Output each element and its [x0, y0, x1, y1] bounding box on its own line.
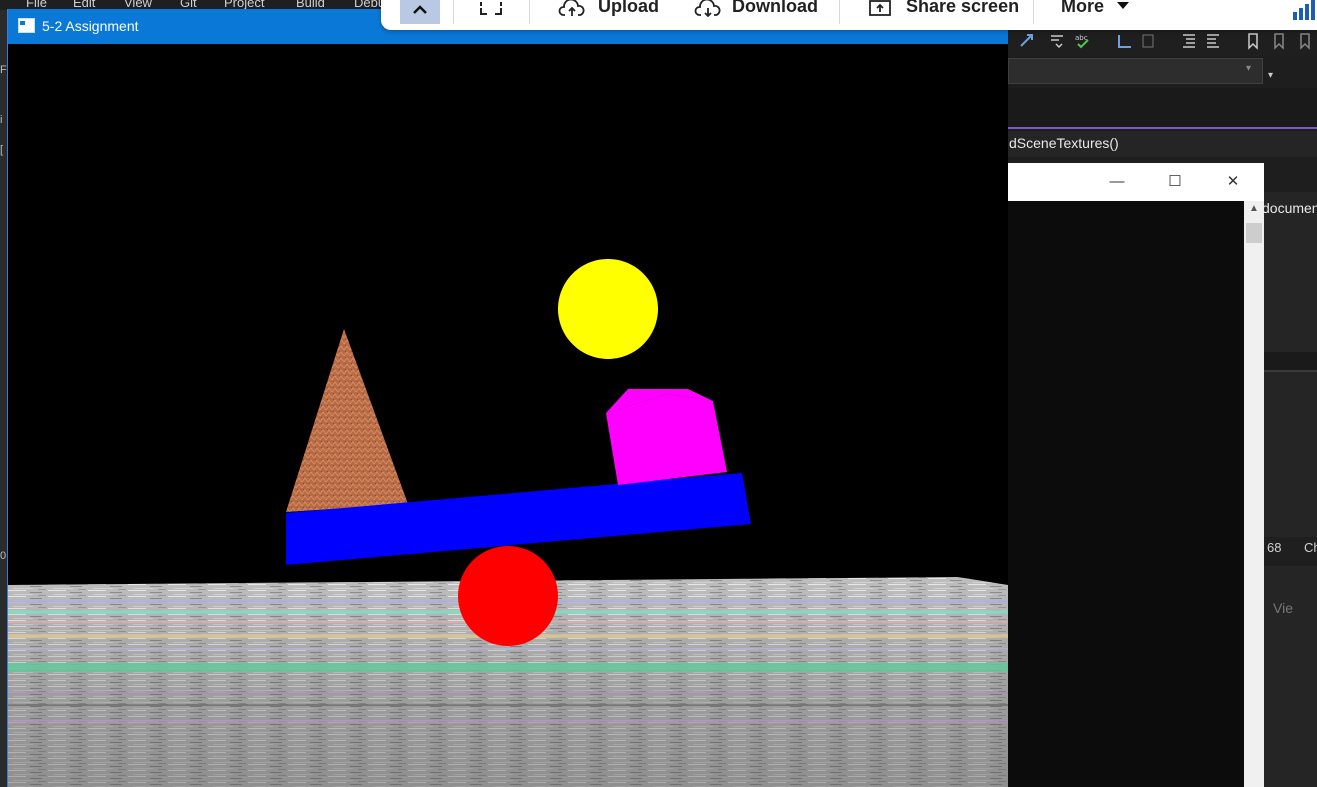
spellcheck-icon[interactable]: abc	[1074, 32, 1092, 50]
download-icon[interactable]	[694, 0, 722, 19]
signal-strength-icon	[1293, 0, 1315, 20]
console-window[interactable]: — ☐ ✕ ▲	[1008, 163, 1264, 787]
render-canvas[interactable]	[8, 44, 1008, 787]
scroll-thumb[interactable]	[1246, 223, 1262, 243]
ide-document-panel	[1263, 192, 1317, 352]
ide-left-strip: F i [ 0	[0, 10, 7, 787]
document-tab-label[interactable]: documen	[1262, 200, 1317, 216]
chevron-up-icon	[413, 5, 427, 14]
ide-output-panel	[1263, 372, 1317, 540]
dropdown-icon[interactable]: ▾	[1268, 70, 1273, 81]
upload-icon[interactable]	[558, 0, 586, 19]
uncomment-icon[interactable]	[1140, 32, 1158, 50]
strip-glyph: F	[0, 64, 7, 76]
ide-divider	[1263, 352, 1317, 372]
strip-glyph: 0	[0, 550, 7, 562]
char-label: Ch	[1304, 540, 1317, 555]
console-scrollbar[interactable]: ▲	[1244, 201, 1264, 787]
console-titlebar[interactable]: — ☐ ✕	[1008, 163, 1264, 201]
comment-icon[interactable]	[1116, 32, 1134, 50]
maximize-icon[interactable]: ☐	[1164, 172, 1186, 192]
bookmark-prev-icon[interactable]	[1270, 32, 1288, 50]
ide-accent-line	[1008, 127, 1317, 129]
ide-combo-box[interactable]	[1008, 58, 1263, 84]
share-screen-icon[interactable]	[868, 0, 892, 19]
meeting-toolbar: Upload Download Share screen More	[381, 0, 1317, 30]
chevron-down-icon[interactable]: ▾	[1246, 63, 1251, 74]
toolbar-separator	[529, 0, 530, 24]
app-window-icon	[18, 18, 35, 33]
close-icon[interactable]: ✕	[1222, 172, 1244, 192]
download-button[interactable]: Download	[732, 0, 818, 17]
opengl-window[interactable]: 5-2 Assignment	[7, 9, 1008, 787]
line-number: 68	[1267, 540, 1282, 555]
window-title: 5-2 Assignment	[42, 18, 139, 34]
magenta-cube	[606, 394, 727, 485]
function-label: dSceneTextures()	[1009, 135, 1119, 151]
collapse-button[interactable]	[400, 0, 440, 24]
connect-icon[interactable]	[1018, 32, 1036, 50]
indent-icon[interactable]	[1180, 32, 1198, 50]
share-screen-button[interactable]: Share screen	[906, 0, 1019, 17]
more-button[interactable]: More	[1061, 0, 1104, 17]
scroll-up-icon[interactable]: ▲	[1244, 203, 1264, 219]
textured-pyramid	[286, 329, 408, 512]
bookmark-icon[interactable]	[1244, 32, 1262, 50]
toolbar-separator	[453, 0, 454, 24]
red-sphere	[458, 546, 558, 646]
format-icon[interactable]	[1048, 32, 1066, 50]
caret-down-icon[interactable]	[1116, 0, 1130, 12]
bookmark-next-icon[interactable]	[1296, 32, 1314, 50]
fullscreen-icon[interactable]	[479, 0, 503, 20]
strip-glyph: [	[0, 144, 4, 156]
strip-glyph: i	[0, 114, 3, 126]
toolbar-separator	[839, 0, 840, 24]
toolbar-separator	[1033, 0, 1034, 24]
minimize-icon[interactable]: —	[1106, 172, 1128, 192]
ide-panel-band	[1008, 88, 1317, 128]
ide-toolbar: abc	[1008, 28, 1317, 56]
upload-button[interactable]: Upload	[598, 0, 659, 17]
outdent-icon[interactable]	[1204, 32, 1222, 50]
yellow-sphere	[558, 258, 658, 359]
view-label[interactable]: Vie	[1273, 600, 1293, 616]
